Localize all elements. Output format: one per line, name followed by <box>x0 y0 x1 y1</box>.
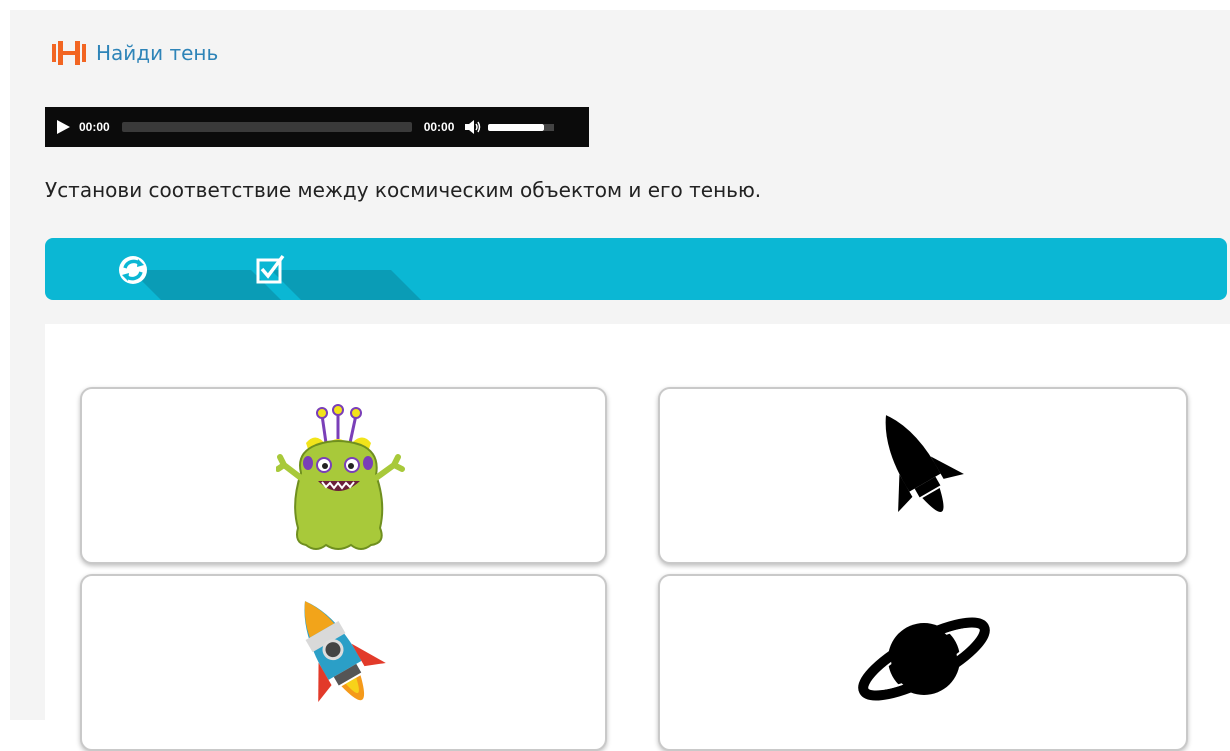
audio-player[interactable]: 00:00 00:00 <box>45 107 589 147</box>
task-toolbar <box>45 238 1227 300</box>
card-rocket-shadow[interactable] <box>658 387 1188 564</box>
volume-slider[interactable] <box>488 123 545 131</box>
rocket-color-image <box>304 601 386 703</box>
checkbox-check-icon <box>256 254 285 284</box>
card-alien[interactable] <box>80 387 607 564</box>
check-button[interactable] <box>243 238 431 300</box>
task-header: Найди тень <box>48 38 218 68</box>
task-instruction: Установи соответствие между космическим … <box>45 178 762 202</box>
matching-area <box>45 324 1230 751</box>
play-icon[interactable] <box>55 119 71 135</box>
audio-progress-bar[interactable] <box>121 122 412 132</box>
rocket-shadow-image <box>885 415 964 513</box>
audio-duration: 00:00 <box>423 120 455 134</box>
card-rocket-color[interactable] <box>80 574 607 751</box>
volume-icon[interactable] <box>464 119 482 135</box>
saturn-shadow-image <box>858 617 990 701</box>
card-saturn-shadow[interactable] <box>658 574 1188 751</box>
reset-button[interactable] <box>103 238 291 300</box>
task-title: Найди тень <box>96 41 219 65</box>
volume-slider-rest <box>544 123 555 131</box>
audio-current-time: 00:00 <box>79 120 110 134</box>
alien-monster-image <box>276 404 405 550</box>
refresh-icon <box>119 256 147 284</box>
